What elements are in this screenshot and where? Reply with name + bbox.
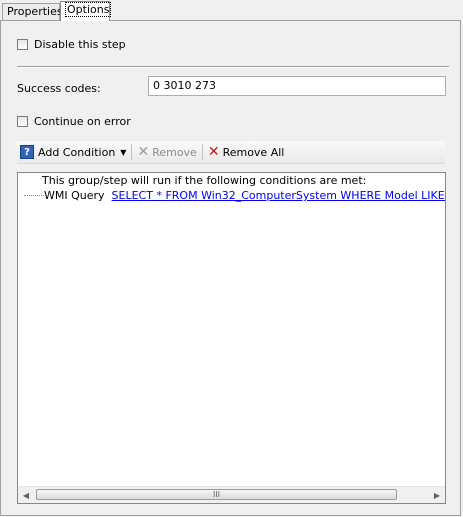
question-icon: ? (20, 145, 34, 159)
remove-button[interactable]: ✕ Remove (134, 142, 199, 162)
toolbar-separator (201, 144, 203, 160)
add-condition-label: Add Condition (38, 145, 116, 159)
horizontal-scrollbar[interactable]: ◀ III ▶ (18, 486, 445, 503)
conditions-header: This group/step will run if the followin… (42, 174, 367, 187)
condition-query-link[interactable]: SELECT * FROM Win32_ComputerSystem WHERE… (112, 189, 445, 202)
success-codes-input[interactable]: 0 3010 273 (148, 76, 446, 96)
disable-step-checkbox[interactable] (17, 39, 28, 50)
scroll-right-icon[interactable]: ▶ (429, 487, 445, 503)
separator (17, 66, 449, 68)
success-codes-label: Success codes: (17, 82, 101, 95)
options-panel: Disable this step Success codes: 0 3010 … (0, 20, 461, 516)
condition-type: WMI Query (44, 189, 105, 202)
tree-connector (24, 195, 44, 196)
remove-x-icon: ✕ (137, 144, 150, 160)
remove-all-x-icon: ✕ (207, 144, 220, 160)
tree-row[interactable]: WMI Query SELECT * FROM Win32_ComputerSy… (18, 189, 445, 202)
toolbar-separator (131, 144, 133, 160)
remove-all-label: Remove All (222, 145, 285, 159)
tab-options-label: Options (65, 2, 112, 17)
tab-properties[interactable]: Properties (2, 3, 63, 20)
add-condition-button[interactable]: ? Add Condition ▼ (17, 142, 129, 162)
disable-step-label: Disable this step (34, 38, 126, 51)
conditions-tree[interactable]: This group/step will run if the followin… (17, 172, 446, 504)
scrollbar-thumb[interactable]: III (36, 489, 397, 500)
scroll-left-icon[interactable]: ◀ (18, 487, 34, 503)
tab-options[interactable]: Options (60, 1, 112, 21)
remove-label: Remove (152, 145, 197, 159)
conditions-toolbar: ? Add Condition ▼ ✕ Remove ✕ Remove All (17, 141, 445, 164)
continue-on-error-checkbox-row[interactable]: Continue on error (17, 115, 131, 128)
tab-strip: Properties Options (0, 0, 463, 21)
disable-step-checkbox-row[interactable]: Disable this step (17, 38, 126, 51)
continue-on-error-label: Continue on error (34, 115, 131, 128)
continue-on-error-checkbox[interactable] (17, 116, 28, 127)
dropdown-arrow-icon[interactable]: ▼ (120, 148, 126, 157)
remove-all-button[interactable]: ✕ Remove All (205, 142, 288, 162)
